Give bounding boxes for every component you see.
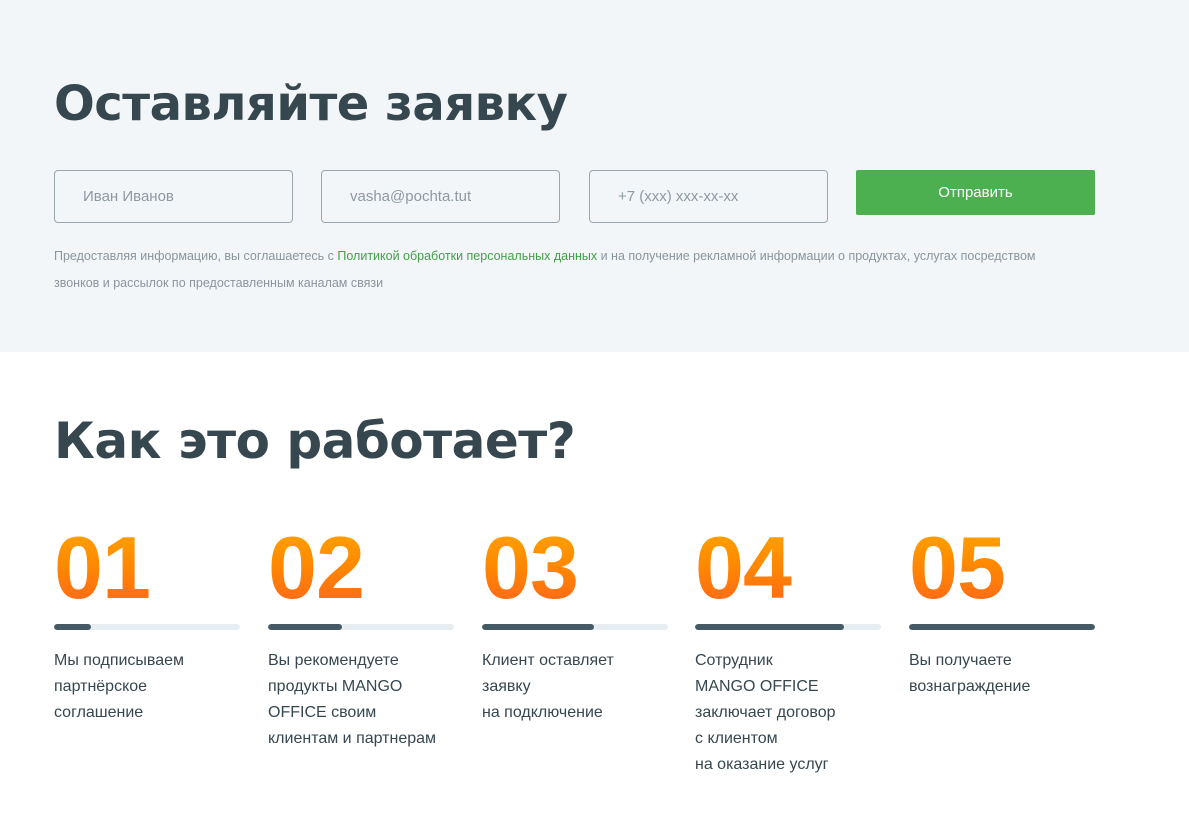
- step-number: 05: [909, 518, 1095, 618]
- step-description: Вы рекомендуете продукты MANGO OFFICE св…: [268, 652, 437, 747]
- consent-text-before: Предоставляя информацию, вы соглашаетесь…: [54, 249, 338, 263]
- step-description: Сотрудник MANGO OFFICE заключает договор…: [695, 652, 836, 773]
- request-form-title: Оставляйте заявку: [54, 76, 568, 132]
- step-progress-track: [695, 624, 881, 630]
- step-4: 04 Сотрудник MANGO OFFICE заключает дого…: [695, 518, 881, 778]
- privacy-policy-link[interactable]: Политикой обработки персональных данных: [337, 249, 597, 263]
- step-number: 01: [54, 518, 240, 618]
- step-3: 03 Клиент оставляет заявку на подключени…: [482, 518, 668, 726]
- step-progress-track: [268, 624, 454, 630]
- name-input[interactable]: [54, 170, 293, 223]
- submit-button[interactable]: Отправить: [856, 170, 1095, 215]
- step-progress-fill: [482, 624, 594, 630]
- step-progress-track: [482, 624, 668, 630]
- step-number: 02: [268, 518, 454, 618]
- step-progress-fill: [54, 624, 92, 630]
- step-progress-track: [909, 624, 1095, 630]
- step-progress-fill: [695, 624, 844, 630]
- request-form-section: Оставляйте заявку Отправить Предоставляя…: [0, 0, 1189, 352]
- step-progress-fill: [268, 624, 343, 630]
- step-number: 04: [695, 518, 881, 618]
- step-number: 03: [482, 518, 668, 618]
- step-description: Вы получаете вознаграждение: [909, 652, 1031, 695]
- email-input[interactable]: [321, 170, 560, 223]
- step-description: Мы подписываем партнёрское соглашение: [54, 652, 185, 721]
- step-2: 02 Вы рекомендуете продукты MANGO OFFICE…: [268, 518, 454, 752]
- step-description: Клиент оставляет заявку на подключение: [482, 652, 614, 721]
- step-5: 05 Вы получаете вознаграждение: [909, 518, 1095, 700]
- how-it-works-title: Как это работает?: [54, 412, 576, 470]
- step-1: 01 Мы подписываем партнёрское соглашение: [54, 518, 240, 726]
- phone-input[interactable]: [589, 170, 828, 223]
- consent-text: Предоставляя информацию, вы соглашаетесь…: [54, 243, 1064, 297]
- step-progress-fill: [909, 624, 1095, 630]
- step-progress-track: [54, 624, 240, 630]
